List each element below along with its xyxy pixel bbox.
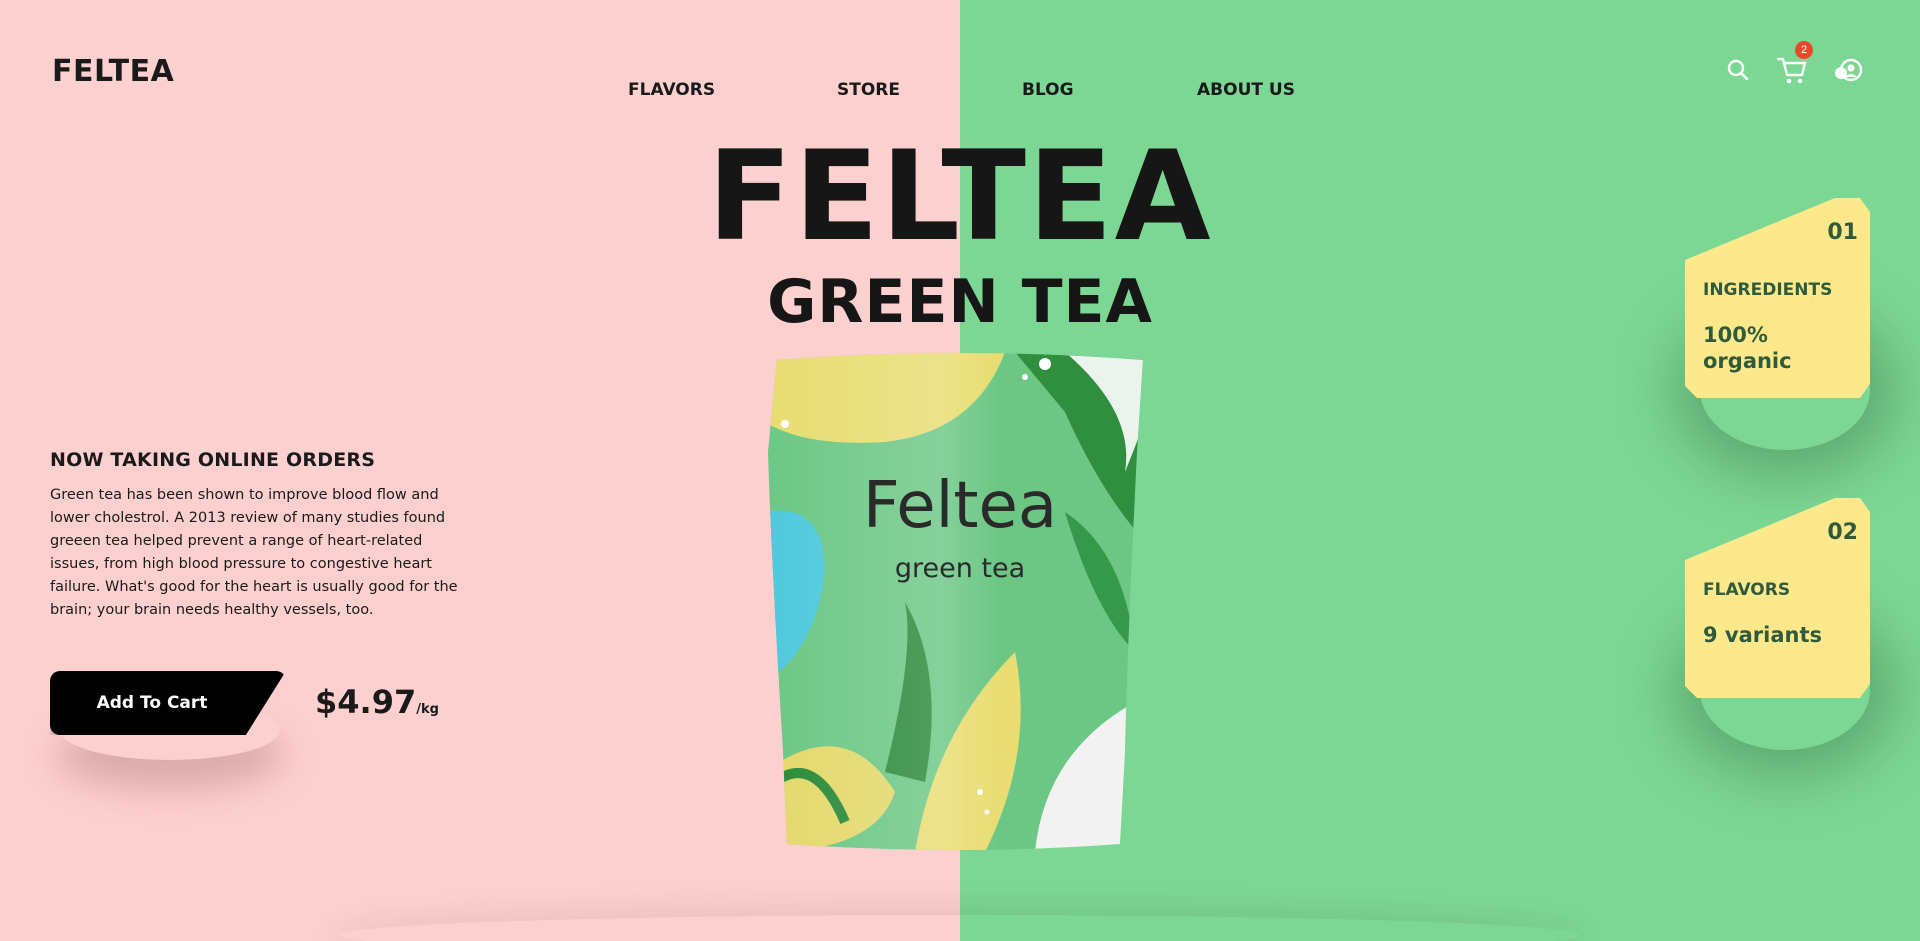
nav-item-blog[interactable]: BLOG	[1022, 80, 1074, 100]
price: $4.97/kg	[315, 683, 439, 721]
cart-count-badge: 2	[1795, 41, 1813, 59]
search-icon	[1727, 59, 1749, 81]
card-label: FLAVORS	[1703, 580, 1791, 600]
main-nav: FLAVORS STORE BLOG ABOUT US	[0, 80, 1920, 100]
price-value: $4.97	[315, 683, 417, 721]
nav-item-store[interactable]: STORE	[837, 80, 900, 100]
orders-description: Green tea has been shown to improve bloo…	[50, 487, 458, 618]
account-icon	[1835, 58, 1863, 82]
pack-brand: Feltea	[863, 469, 1057, 543]
add-to-cart-button[interactable]: Add To Cart	[50, 671, 286, 735]
card-value: 100% organic	[1703, 323, 1792, 373]
card-value: 9 variants	[1703, 623, 1822, 647]
card-number: 02	[1827, 520, 1858, 545]
price-unit: /kg	[416, 702, 439, 717]
add-to-cart-label: Add To Cart	[96, 693, 208, 713]
hero-subtitle: GREEN TEA	[767, 267, 1153, 337]
search-button[interactable]	[1726, 58, 1750, 82]
pack-name: green tea	[895, 553, 1025, 584]
account-button[interactable]	[1835, 58, 1863, 84]
orders-heading: NOW TAKING ONLINE ORDERS	[50, 449, 376, 471]
tea-package-image: Feltea green tea	[768, 353, 1143, 850]
nav-item-about-us[interactable]: ABOUT US	[1197, 80, 1295, 100]
nav-item-flavors[interactable]: FLAVORS	[628, 80, 715, 100]
hero-title: FELTEA	[707, 125, 1213, 269]
card-number: 01	[1827, 220, 1858, 245]
card-label: INGREDIENTS	[1703, 280, 1833, 300]
